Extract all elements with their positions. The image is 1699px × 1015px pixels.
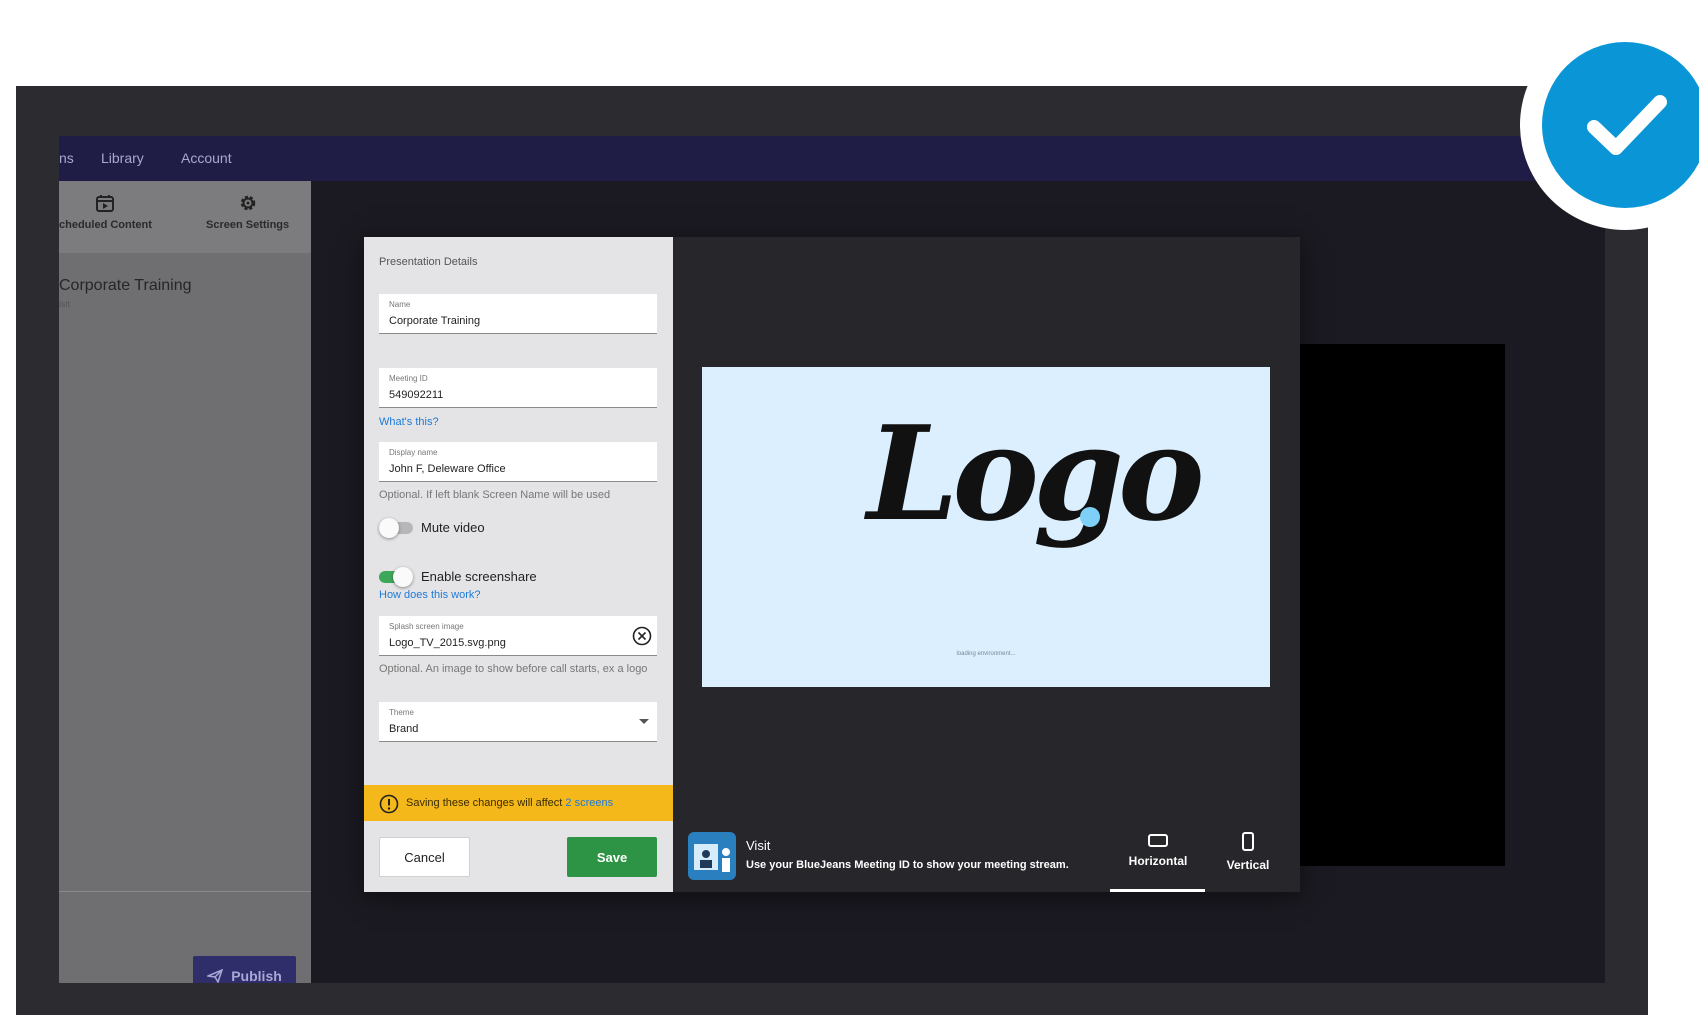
field-label: Name xyxy=(389,300,411,309)
portrait-icon xyxy=(1242,832,1254,851)
splash-image-helper: Optional. An image to show before call s… xyxy=(379,663,648,675)
logo-dot xyxy=(1080,507,1100,527)
how-does-this-work-link[interactable]: How does this work? xyxy=(379,589,481,601)
checkmark-icon xyxy=(1587,95,1667,155)
field-value: 549092211 xyxy=(389,389,444,401)
name-field[interactable]: Name Corporate Training xyxy=(379,294,657,334)
tab-label: Screen Settings xyxy=(206,219,290,231)
badge-circle xyxy=(1542,42,1699,208)
field-value: Logo_TV_2015.svg.png xyxy=(389,637,506,649)
meeting-id-field[interactable]: Meeting ID 549092211 xyxy=(379,368,657,408)
field-value: John F, Deleware Office xyxy=(389,463,506,475)
nav-item-account[interactable]: Account xyxy=(181,150,232,166)
toggle-label: Enable screenshare xyxy=(421,569,537,584)
whats-this-link[interactable]: What's this? xyxy=(379,416,439,428)
gear-icon xyxy=(240,195,255,211)
field-label: Theme xyxy=(389,708,414,717)
save-button[interactable]: Save xyxy=(567,837,657,877)
calendar-icon xyxy=(96,195,115,212)
splash-image-field[interactable]: Splash screen image Logo_TV_2015.svg.png xyxy=(379,616,657,656)
orientation-label: Vertical xyxy=(1226,858,1270,872)
left-panel: cheduled Content Screen Settings Corpora… xyxy=(59,181,311,983)
warning-banner: Saving these changes will affect 2 scree… xyxy=(364,785,673,821)
field-label: Meeting ID xyxy=(389,374,428,383)
presentation-subtitle: isit xyxy=(59,299,70,309)
visit-description: Use your BlueJeans Meeting ID to show yo… xyxy=(746,859,1069,871)
toggle-label: Mute video xyxy=(421,520,485,535)
presentation-title[interactable]: Corporate Training xyxy=(59,277,192,295)
top-navigation: ns Library Account xyxy=(59,136,1605,181)
visit-title: Visit xyxy=(746,838,771,853)
chevron-down-icon xyxy=(639,719,649,724)
field-label: Splash screen image xyxy=(389,622,464,631)
nav-item-screens[interactable]: ns xyxy=(59,150,74,166)
field-value: Corporate Training xyxy=(389,315,481,327)
warning-text: Saving these changes will affect 2 scree… xyxy=(406,797,613,809)
section-title: Presentation Details xyxy=(379,256,478,268)
active-tab-indicator xyxy=(1110,889,1205,892)
presentation-modal: Presentation Details Name Corporate Trai… xyxy=(364,237,1300,892)
field-value: Brand xyxy=(389,723,419,735)
loading-text: loading environment... xyxy=(956,651,1016,657)
tab-screen-settings[interactable]: Screen Settings xyxy=(206,193,289,231)
orientation-horizontal-tab[interactable]: Horizontal xyxy=(1126,832,1190,868)
cancel-button[interactable]: Cancel xyxy=(379,837,470,877)
warning-message: Saving these changes will affect xyxy=(406,797,566,809)
display-name-helper: Optional. If left blank Screen Name will… xyxy=(379,489,611,501)
toggle-thumb xyxy=(379,518,399,538)
alert-icon xyxy=(379,794,399,814)
tab-scheduled-content[interactable]: cheduled Content xyxy=(59,193,152,231)
display-name-field[interactable]: Display name John F, Deleware Office xyxy=(379,442,657,482)
theme-select[interactable]: Theme Brand xyxy=(379,702,657,742)
tab-label: cheduled Content xyxy=(59,219,152,231)
landscape-icon xyxy=(1148,834,1168,847)
splash-preview: Logo loading environment... xyxy=(702,367,1270,687)
field-label: Display name xyxy=(389,448,438,457)
publish-label: Publish xyxy=(231,968,282,983)
check-badge xyxy=(1520,20,1699,230)
logo-text: Logo xyxy=(867,397,1205,550)
presentation-form: Presentation Details Name Corporate Trai… xyxy=(364,237,673,892)
send-icon xyxy=(207,969,224,983)
screen-preview-background xyxy=(1299,344,1505,866)
clear-icon[interactable] xyxy=(631,625,653,647)
affected-screens-link[interactable]: 2 screens xyxy=(565,797,613,809)
visit-app-icon xyxy=(688,832,736,880)
left-panel-tabs: cheduled Content Screen Settings xyxy=(59,181,311,253)
publish-button[interactable]: Publish xyxy=(193,956,296,983)
toggle-thumb xyxy=(393,567,413,587)
divider xyxy=(59,891,311,892)
orientation-vertical-tab[interactable]: Vertical xyxy=(1220,832,1276,872)
nav-item-library[interactable]: Library xyxy=(101,150,144,166)
orientation-label: Horizontal xyxy=(1128,854,1188,868)
